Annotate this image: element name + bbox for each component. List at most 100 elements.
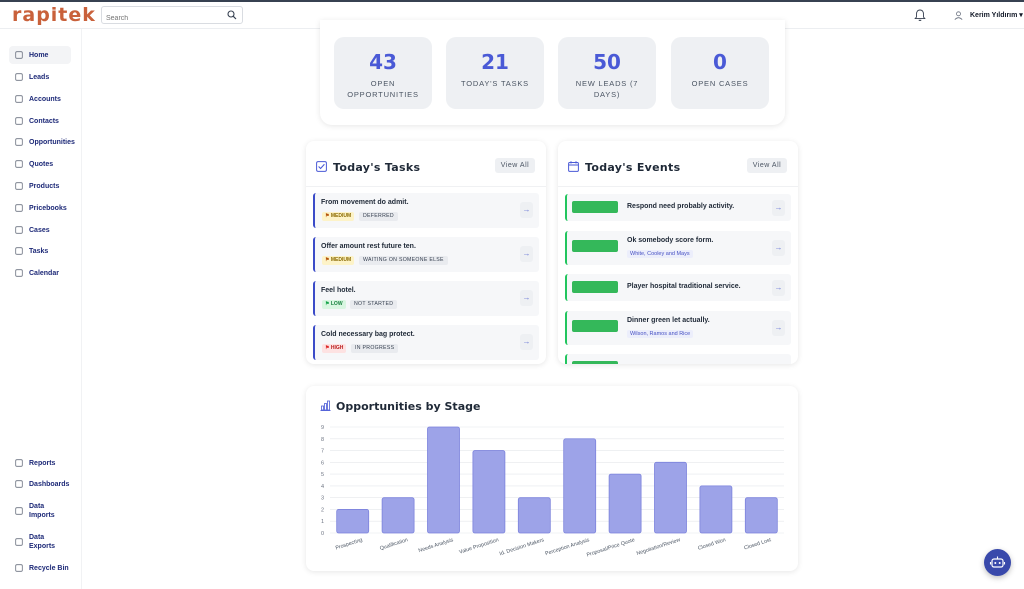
sidebar-item-products[interactable]: Products <box>9 177 71 195</box>
bar[interactable] <box>608 473 642 534</box>
x-tick-label: Perception Analysis <box>544 537 590 557</box>
priority-label: HIGH <box>330 345 344 351</box>
priority-label: LOW <box>330 301 343 307</box>
bar[interactable] <box>699 485 733 534</box>
task-item[interactable]: Offer amount rest future ten. ⚑ MEDIUM WAI… <box>313 237 539 272</box>
priority-label: MEDIUM <box>330 213 352 219</box>
y-tick-label: 5 <box>321 472 324 478</box>
sidebar-item-leads[interactable]: Leads <box>9 68 71 86</box>
logo[interactable]: rapitek <box>12 4 96 26</box>
sidebar-item-label: Leads <box>29 73 50 81</box>
stat-new-leads[interactable]: 50 New Leads (7 Days) <box>558 37 656 109</box>
export-icon <box>15 538 23 546</box>
document-icon <box>15 160 23 168</box>
sidebar-item-reports[interactable]: Reports <box>9 454 71 472</box>
chatbot-button[interactable] <box>984 549 1011 576</box>
sidebar-item-pricebooks[interactable]: Pricebooks <box>9 199 71 217</box>
sidebar-item-label: Data Exports <box>29 534 56 550</box>
sidebar-item-calendar[interactable]: Calendar <box>9 264 71 282</box>
stat-label: Open Opportunities <box>347 79 419 99</box>
sidebar-item-contacts[interactable]: Contacts <box>9 112 71 130</box>
todays-tasks-panel: Today's Tasks View All From movement do … <box>306 141 546 364</box>
priority-badge: ⚑ LOW <box>322 300 346 309</box>
priority-label: MEDIUM <box>330 257 352 263</box>
y-tick-label: 6 <box>321 460 324 466</box>
bar[interactable] <box>381 497 415 534</box>
sidebar-item-data-exports[interactable]: Data Exports <box>9 528 71 556</box>
event-time-badge <box>572 281 618 293</box>
bar[interactable] <box>427 426 460 534</box>
y-tick-label: 9 <box>321 425 324 431</box>
open-task-button[interactable]: → <box>520 202 533 218</box>
search-box[interactable] <box>101 6 243 27</box>
open-event-button[interactable]: → <box>772 240 785 256</box>
bar[interactable] <box>563 438 597 534</box>
sidebar-item-accounts[interactable]: Accounts <box>9 90 71 108</box>
view-all-events-button[interactable]: View All <box>747 158 787 173</box>
open-event-button[interactable]: → <box>772 199 785 216</box>
x-tick-label: Needs Analysis <box>418 537 455 554</box>
sidebar-item-data-imports[interactable]: Data Imports <box>9 497 71 525</box>
sidebar-item-label: Cases <box>29 226 50 234</box>
search-input[interactable] <box>102 10 220 27</box>
stat-label: Open Cases <box>691 79 749 88</box>
arrow-right-icon: → <box>522 293 531 302</box>
event-account[interactable]: Wilson, Ramos and Rice <box>627 330 694 338</box>
sidebar-item-label: Recycle Bin <box>29 564 69 572</box>
view-all-tasks-button[interactable]: View All <box>495 158 535 173</box>
todays-events-panel: Today's Events View All Respond need pro… <box>558 141 798 364</box>
sidebar-item-quotes[interactable]: Quotes <box>9 155 71 173</box>
search-icon[interactable] <box>227 10 237 20</box>
user-avatar-icon[interactable] <box>954 11 963 20</box>
event-item[interactable]: Respond need probably activity. → <box>565 194 791 221</box>
open-task-button[interactable]: → <box>520 334 533 350</box>
status-badge: IN PROGRESS <box>351 344 399 353</box>
x-tick-label: Closed Won <box>697 537 726 552</box>
sidebar-item-dashboards[interactable]: Dashboards <box>9 475 71 493</box>
sidebar-item-home[interactable]: Home <box>9 46 71 64</box>
bar[interactable] <box>517 497 551 534</box>
bell-icon[interactable] <box>914 9 926 22</box>
arrow-right-icon: → <box>522 205 531 214</box>
contacts-icon <box>15 117 23 125</box>
y-tick-label: 7 <box>321 449 324 455</box>
bar[interactable] <box>744 497 778 534</box>
y-tick-label: 4 <box>321 484 324 490</box>
user-menu[interactable]: Kerim Yıldırım ▾ <box>970 11 1023 19</box>
task-title: Cold necessary bag protect. <box>321 331 415 338</box>
x-tick-label: Closed Lost <box>743 537 772 552</box>
sidebar-item-cases[interactable]: Cases <box>9 221 71 239</box>
stat-open-opportunities[interactable]: 43 Open Opportunities <box>334 37 432 109</box>
sidebar-item-label: Home <box>29 51 49 59</box>
sidebar-item-tasks[interactable]: Tasks <box>9 242 71 260</box>
bar[interactable] <box>472 450 506 534</box>
status-badge: NOT STARTED <box>350 300 398 309</box>
task-item[interactable]: From movement do admit. ⚑ MEDIUM DEFERRED → <box>313 193 539 228</box>
event-time-badge <box>572 320 618 332</box>
event-time-badge <box>572 240 618 252</box>
open-task-button[interactable]: → <box>520 246 533 262</box>
open-event-button[interactable]: → <box>772 279 785 296</box>
sidebar-item-label: Reports <box>29 459 56 467</box>
bar[interactable] <box>336 509 370 534</box>
event-item[interactable] <box>565 354 791 364</box>
sidebar-item-recycle-bin[interactable]: Recycle Bin <box>9 559 71 577</box>
event-account[interactable]: White, Cooley and Mays <box>627 250 693 258</box>
bar[interactable] <box>654 461 687 534</box>
task-item[interactable]: Feel hotel. ⚑ LOW NOT STARTED → <box>313 281 539 316</box>
task-title: From movement do admit. <box>321 199 409 206</box>
stat-open-cases[interactable]: 0 Open Cases <box>671 37 769 109</box>
task-item[interactable]: Cold necessary bag protect. ⚑ HIGH IN PROG… <box>313 325 539 360</box>
event-item[interactable]: Player hospital traditional service. → <box>565 274 791 301</box>
sidebar-item-label: Accounts <box>29 95 61 103</box>
open-event-button[interactable]: → <box>772 320 785 336</box>
open-task-button[interactable]: → <box>520 290 533 306</box>
user-icon <box>15 73 23 81</box>
building-icon <box>15 95 23 103</box>
stat-todays-tasks[interactable]: 21 Today's Tasks <box>446 37 544 109</box>
event-item[interactable]: Dinner green let actually. Wilson, Ramos … <box>565 311 791 345</box>
event-item[interactable]: Ok somebody score form. White, Cooley and… <box>565 231 791 265</box>
event-title: Dinner green let actually. <box>627 317 710 324</box>
sidebar-item-opportunities[interactable]: Opportunities <box>9 133 75 151</box>
event-time-badge <box>572 201 618 213</box>
